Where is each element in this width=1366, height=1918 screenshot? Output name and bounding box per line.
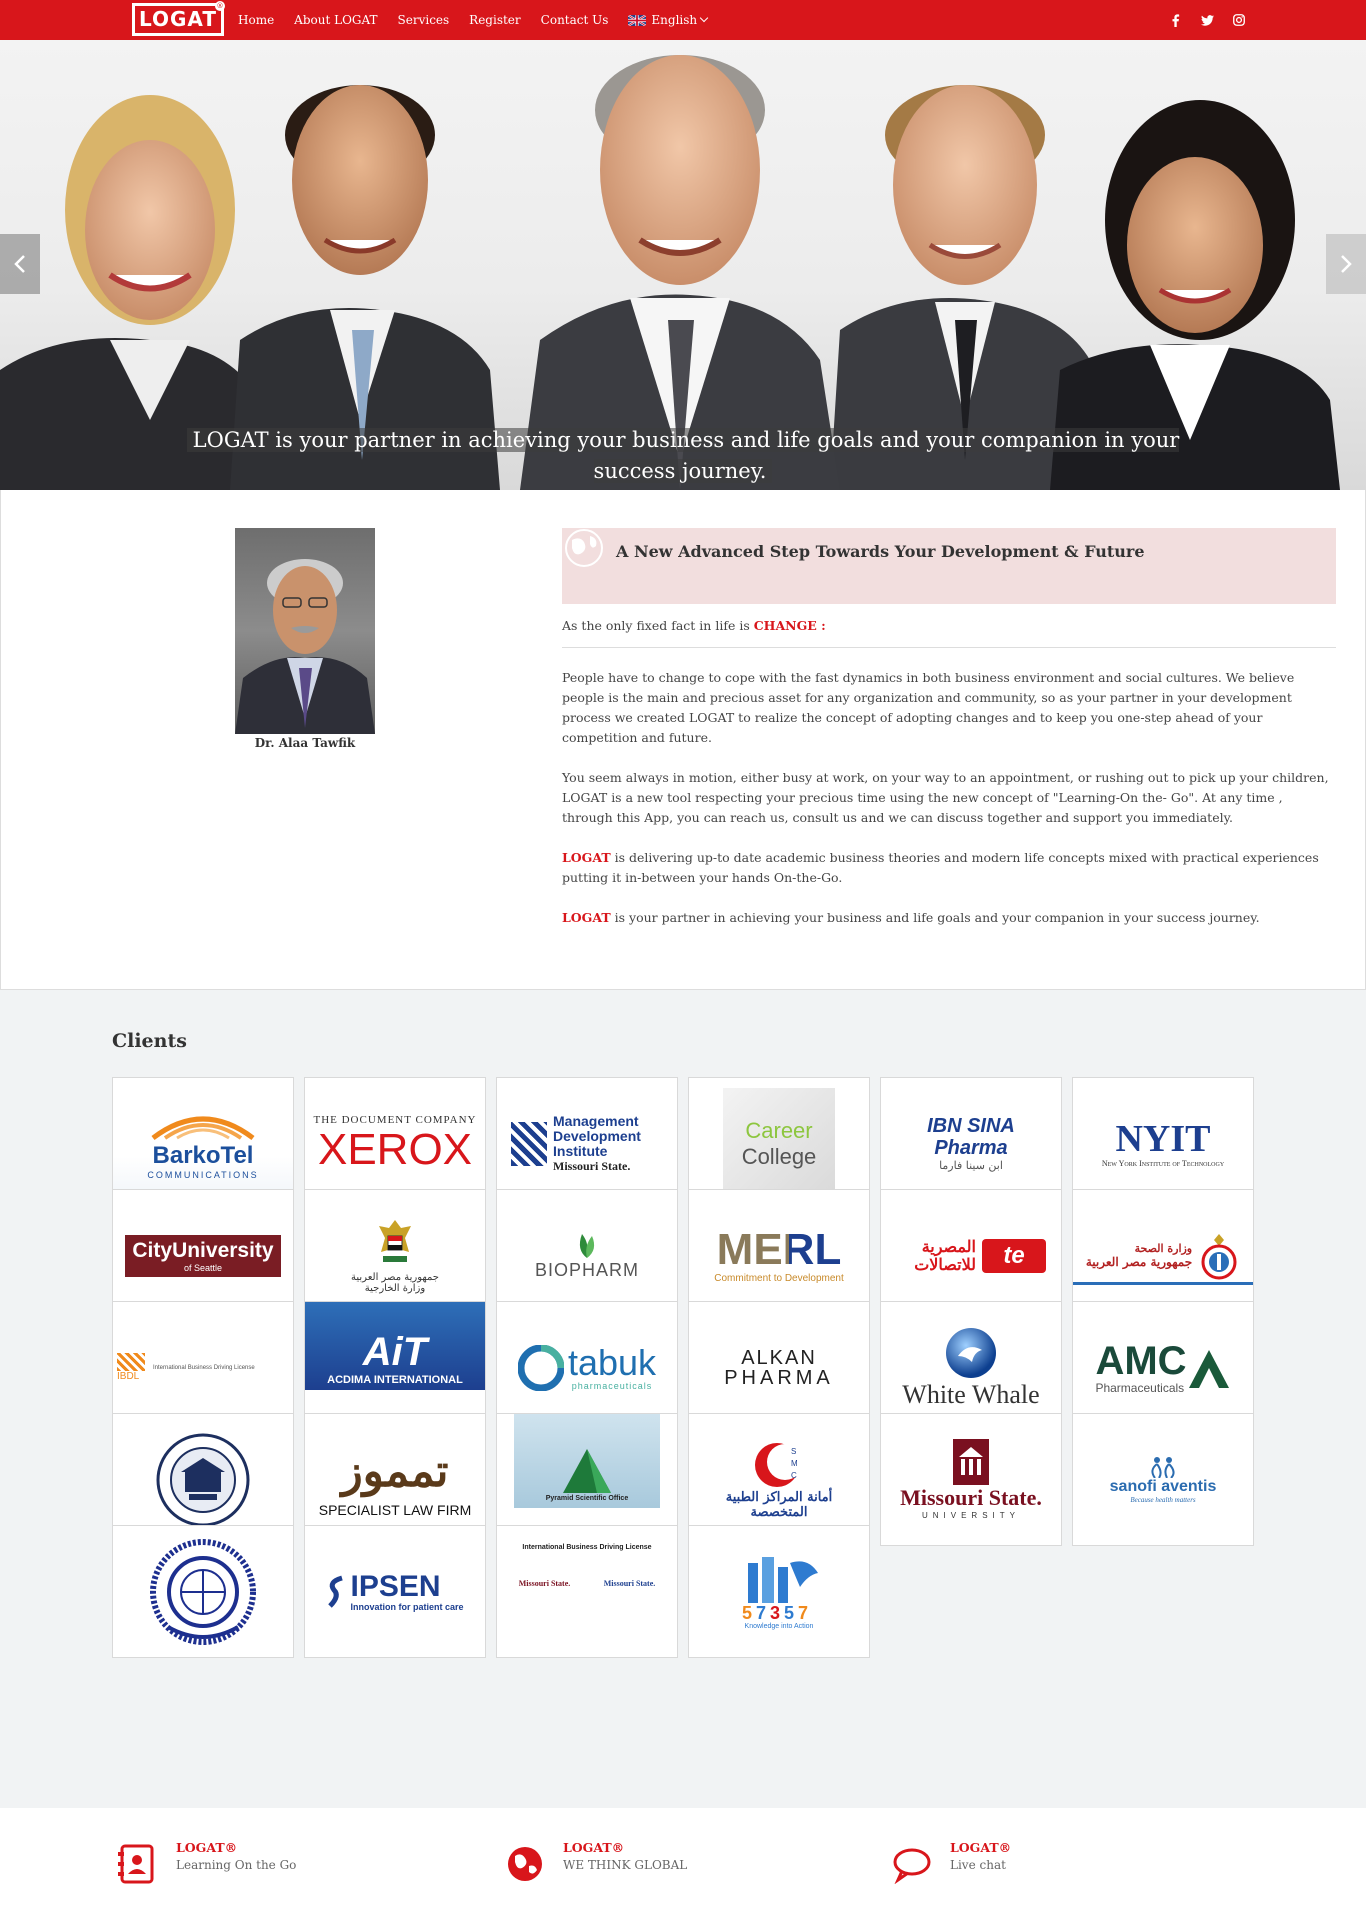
slider-next-button[interactable] (1326, 234, 1366, 294)
paragraph-text: is your partner in achieving your busine… (610, 910, 1260, 925)
leaf-icon (579, 1234, 595, 1258)
nav-link-services[interactable]: Services (398, 13, 450, 27)
client-logo-57357[interactable]: 57357 Knowledge into Action (688, 1525, 870, 1658)
svg-text:3: 3 (770, 1603, 780, 1623)
hero-caption: LOGAT is your partner in achieving your … (150, 425, 1216, 487)
about-paragraph-3: LOGAT is delivering up-to date academic … (562, 848, 1336, 888)
pyramid-icon (563, 1449, 611, 1493)
brand-inline: LOGAT (562, 910, 611, 925)
language-dropdown[interactable]: English (628, 13, 709, 27)
footer-feature-title: LOGAT® (950, 1840, 1012, 1855)
about-heading-box: A New Advanced Step Towards Your Develop… (562, 528, 1336, 604)
university-building-icon (953, 1439, 989, 1485)
globe-icon (565, 529, 603, 567)
client-logo-ipsen[interactable]: IPSEN Innovation for patient care (304, 1525, 486, 1658)
eagle-emblem-icon (379, 1219, 411, 1262)
nav-link-register[interactable]: Register (469, 13, 520, 27)
svg-text:5: 5 (784, 1603, 794, 1623)
footer-feature-subtitle: Learning On the Go (176, 1858, 297, 1872)
svg-text:7: 7 (798, 1603, 808, 1623)
slider-prev-button[interactable] (0, 234, 40, 294)
facebook-icon[interactable] (1168, 13, 1182, 27)
logo-text: LOGAT (135, 6, 221, 33)
hero-business-team-image (0, 55, 1340, 490)
instagram-icon[interactable] (1232, 13, 1246, 27)
chevron-left-icon (14, 255, 25, 273)
tabuk-swirl-icon (517, 1344, 564, 1391)
hero-slider: LOGAT is your partner in achieving your … (0, 40, 1366, 490)
svg-text:S: S (791, 1447, 796, 1456)
uk-flag-icon (628, 14, 647, 26)
nav-link-about[interactable]: About LOGAT (294, 13, 377, 27)
footer-feature-subtitle: Live chat (950, 1858, 1006, 1872)
founder-portrait (235, 528, 375, 734)
svg-text:C: C (791, 1471, 797, 1480)
client-logo-ibdl-missouri[interactable]: International Business Driving License M… (496, 1525, 678, 1658)
about-paragraph-4: LOGAT is your partner in achieving your … (562, 908, 1336, 928)
top-navbar: LOGAT ® Home About LOGAT Services Regist… (0, 0, 1366, 40)
paragraph-text: is delivering up-to date academic busine… (562, 850, 1319, 885)
about-lead: As the only fixed fact in life is CHANGE… (562, 618, 1336, 648)
svg-text:M: M (791, 1459, 798, 1468)
clients-section: Clients BarkoTel COMMUNICATIONS THE DOCU… (0, 990, 1366, 1808)
language-label: English (651, 13, 698, 27)
chevron-right-icon (1341, 255, 1352, 273)
ipsen-swirl-icon (328, 1575, 344, 1608)
whale-globe-icon (946, 1327, 996, 1378)
logat-logo[interactable]: LOGAT ® (130, 1, 226, 38)
about-paragraph-2: You seem always in motion, either busy a… (562, 770, 1329, 825)
twitter-icon[interactable] (1200, 13, 1214, 27)
nav-links: Home About LOGAT Services Register Conta… (238, 0, 727, 40)
footer-feature-title: LOGAT® (563, 1840, 625, 1855)
lead-text: As the only fixed fact in life is (562, 618, 750, 633)
mountain-icon (1188, 1349, 1229, 1388)
footer: LOGAT® Learning On the Go LOGAT® WE THIN… (0, 1808, 1366, 1918)
svg-text:7: 7 (756, 1603, 766, 1623)
social-links (1150, 0, 1246, 40)
about-content: A New Advanced Step Towards Your Develop… (562, 528, 1336, 928)
nav-link-contact[interactable]: Contact Us (541, 13, 609, 27)
academy-emblem-icon (150, 1538, 256, 1645)
footer-feature-learning[interactable]: LOGAT® Learning On the Go (118, 1840, 378, 1890)
clients-title: Clients (112, 1030, 187, 1052)
about-paragraph-1: People have to change to cope with the f… (562, 670, 1295, 745)
founder-name: Dr. Alaa Tawfik (254, 736, 356, 750)
client-logo-aast[interactable] (112, 1525, 294, 1658)
client-logo-missouri-state[interactable]: Missouri State. UNIVERSITY (880, 1413, 1062, 1546)
nav-link-home[interactable]: Home (238, 13, 274, 27)
contact-book-icon (118, 1844, 154, 1884)
sanofi-figures-icon (1151, 1456, 1175, 1478)
hospital-57357-icon: 57357 (742, 1557, 818, 1623)
footer-feature-global[interactable]: LOGAT® WE THINK GLOBAL (505, 1840, 765, 1890)
about-heading: A New Advanced Step Towards Your Develop… (616, 542, 1145, 561)
about-panel: Dr. Alaa Tawfik A New Advanced Step Towa… (0, 490, 1366, 990)
health-emblem-icon (1201, 1233, 1237, 1279)
university-seal-icon (156, 1433, 250, 1526)
crescent-icon: SMC (755, 1442, 803, 1487)
chevron-down-icon (699, 13, 709, 23)
lead-emphasis: CHANGE : (753, 618, 826, 633)
registered-mark-icon: ® (215, 1, 225, 11)
globe-icon (508, 1847, 542, 1881)
brand-inline: LOGAT (562, 850, 611, 865)
chat-bubble-icon (893, 1848, 931, 1884)
footer-feature-chat[interactable]: LOGAT® Live chat (892, 1840, 1152, 1890)
footer-feature-subtitle: WE THINK GLOBAL (563, 1858, 688, 1872)
svg-text:5: 5 (742, 1603, 752, 1623)
client-logo-sanofi-aventis[interactable]: sanofi aventis Because health matters (1072, 1413, 1254, 1546)
footer-feature-title: LOGAT® (176, 1840, 238, 1855)
